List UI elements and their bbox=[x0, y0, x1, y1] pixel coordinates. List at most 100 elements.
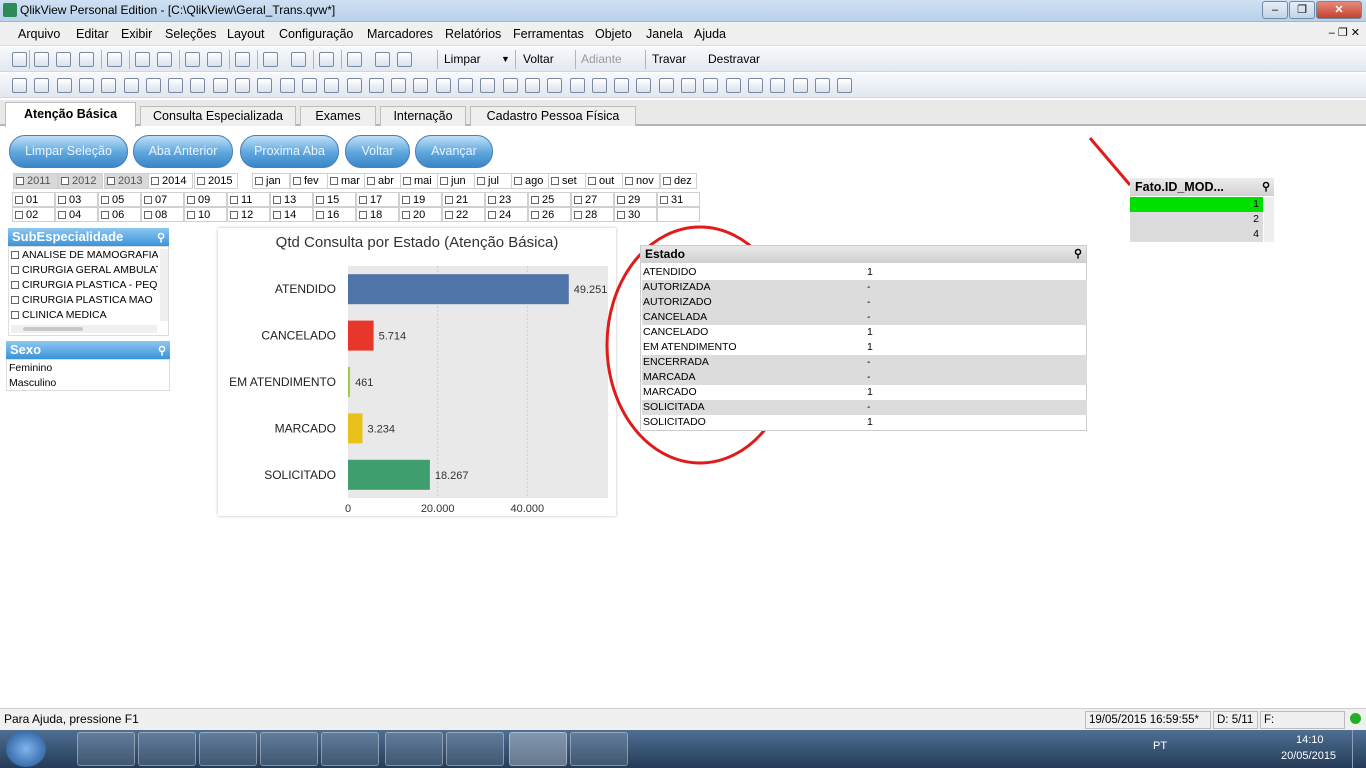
show-desktop-button[interactable] bbox=[1352, 730, 1366, 768]
taskbar-db-icon[interactable] bbox=[446, 732, 504, 766]
taskbar-qlikview-icon[interactable] bbox=[509, 732, 567, 766]
toolbar-icon[interactable] bbox=[56, 52, 71, 67]
toolbar-icon[interactable] bbox=[792, 78, 808, 93]
search-icon[interactable]: ⚲ bbox=[158, 342, 166, 360]
month-ago[interactable]: ago bbox=[511, 173, 549, 189]
toolbar-icon[interactable] bbox=[78, 78, 94, 93]
menu-selecoes[interactable]: Seleções bbox=[165, 27, 216, 41]
toolbar-icon[interactable] bbox=[301, 78, 317, 93]
limpar-dropdown-icon[interactable]: ▼ bbox=[501, 54, 510, 64]
taskbar-notepad-icon[interactable] bbox=[570, 732, 628, 766]
menu-relatorios[interactable]: Relatórios bbox=[445, 27, 501, 41]
toolbar-icon[interactable] bbox=[397, 52, 412, 67]
bar-atendido[interactable] bbox=[348, 274, 569, 305]
menu-arquivo[interactable]: Arquivo bbox=[18, 27, 60, 41]
day-12[interactable]: 12 bbox=[227, 207, 270, 222]
taskbar-media-icon[interactable] bbox=[199, 732, 257, 766]
day-17[interactable]: 17 bbox=[356, 192, 399, 207]
toolbar-icon[interactable] bbox=[235, 52, 250, 67]
day-25[interactable]: 25 bbox=[528, 192, 571, 207]
day-24[interactable]: 24 bbox=[485, 207, 528, 222]
month-jan[interactable]: jan bbox=[252, 173, 290, 189]
taskbar-ie-icon[interactable] bbox=[77, 732, 135, 766]
toolbar-icon[interactable] bbox=[658, 78, 674, 93]
toolbar-icon[interactable] bbox=[257, 78, 273, 93]
toolbar-icon[interactable] bbox=[185, 52, 200, 67]
destravar-button[interactable]: Destravar bbox=[708, 52, 760, 66]
table-row[interactable]: SOLICITADO 1 bbox=[642, 415, 1087, 430]
day-26[interactable]: 26 bbox=[528, 207, 571, 222]
table-row[interactable]: MARCADA - bbox=[642, 370, 1087, 385]
list-item[interactable]: CIRURGIA GERAL AMBULAT bbox=[11, 264, 158, 276]
toolbar-icon[interactable] bbox=[319, 52, 334, 67]
fato-item[interactable]: 2 bbox=[1130, 212, 1263, 227]
day-05[interactable]: 05 bbox=[98, 192, 141, 207]
toolbar-icon[interactable] bbox=[168, 78, 184, 93]
day-22[interactable]: 22 bbox=[442, 207, 485, 222]
month-out[interactable]: out bbox=[585, 173, 623, 189]
bar-em-atendimento[interactable] bbox=[348, 367, 351, 397]
toolbar-icon[interactable] bbox=[569, 78, 585, 93]
toolbar-icon[interactable] bbox=[123, 78, 139, 93]
month-jul[interactable]: jul bbox=[474, 173, 512, 189]
day-29[interactable]: 29 bbox=[614, 192, 657, 207]
tab-internacao[interactable]: Internação bbox=[380, 106, 466, 126]
bar-cancelado[interactable] bbox=[348, 320, 374, 351]
travar-button[interactable]: Travar bbox=[652, 52, 686, 66]
fato-item-selected[interactable]: 1 bbox=[1130, 197, 1263, 212]
toolbar-icon[interactable] bbox=[135, 52, 150, 67]
voltar-button[interactable]: Voltar bbox=[523, 52, 554, 66]
toolbar-icon[interactable] bbox=[145, 78, 161, 93]
toolbar-icon[interactable] bbox=[747, 78, 763, 93]
day-20[interactable]: 20 bbox=[399, 207, 442, 222]
toolbar-icon[interactable] bbox=[636, 78, 652, 93]
toolbar-icon[interactable] bbox=[703, 78, 719, 93]
day-13[interactable]: 13 bbox=[270, 192, 313, 207]
toolbar-icon[interactable] bbox=[547, 78, 563, 93]
table-row[interactable]: ATENDIDO 1 bbox=[642, 265, 1087, 280]
search-icon[interactable]: ⚲ bbox=[1262, 178, 1270, 196]
taskbar-chrome-icon[interactable] bbox=[260, 732, 318, 766]
table-row[interactable]: MARCADO 1 bbox=[642, 385, 1087, 400]
toolbar-icon[interactable] bbox=[291, 52, 306, 67]
year-2014[interactable]: 2014 bbox=[148, 173, 193, 189]
toolbar-icon[interactable] bbox=[458, 78, 473, 93]
toolbar-icon[interactable] bbox=[614, 78, 630, 93]
day-19[interactable]: 19 bbox=[399, 192, 442, 207]
tab-exames[interactable]: Exames bbox=[300, 106, 376, 126]
day-16[interactable]: 16 bbox=[313, 207, 356, 222]
vertical-scrollbar[interactable] bbox=[160, 249, 168, 321]
toolbar-icon[interactable] bbox=[681, 78, 696, 93]
avancar-button[interactable]: Avançar bbox=[415, 135, 493, 168]
search-icon[interactable]: ⚲ bbox=[157, 229, 165, 247]
toolbar-icon[interactable] bbox=[591, 78, 607, 93]
toolbar-icon[interactable] bbox=[263, 52, 278, 67]
list-item[interactable]: CIRURGIA PLASTICA - PEQU bbox=[11, 279, 158, 291]
day-10[interactable]: 10 bbox=[184, 207, 227, 222]
menu-editar[interactable]: Editar bbox=[76, 27, 109, 41]
day-01[interactable]: 01 bbox=[12, 192, 55, 207]
month-mai[interactable]: mai bbox=[400, 173, 438, 189]
clock-date[interactable]: 20/05/2015 bbox=[1281, 750, 1336, 762]
toolbar-icon[interactable] bbox=[435, 78, 451, 93]
year-2013[interactable]: 2013 bbox=[104, 173, 149, 189]
day-04[interactable]: 04 bbox=[55, 207, 98, 222]
voltar-sheet-button[interactable]: Voltar bbox=[345, 135, 410, 168]
menu-configuracao[interactable]: Configuração bbox=[279, 27, 353, 41]
toolbar-icon[interactable] bbox=[279, 78, 295, 93]
toolbar-icon[interactable] bbox=[368, 78, 384, 93]
toolbar-icon[interactable] bbox=[837, 78, 853, 93]
menu-janela[interactable]: Janela bbox=[646, 27, 683, 41]
day-31[interactable]: 31 bbox=[657, 192, 700, 207]
toolbar-icon[interactable] bbox=[770, 78, 786, 93]
toolbar-icon[interactable] bbox=[413, 78, 429, 93]
clock-time[interactable]: 14:10 bbox=[1296, 734, 1324, 746]
day-15[interactable]: 15 bbox=[313, 192, 356, 207]
table-row[interactable]: CANCELADO 1 bbox=[642, 325, 1087, 340]
day-09[interactable]: 09 bbox=[184, 192, 227, 207]
list-item[interactable]: Feminino bbox=[9, 362, 52, 374]
toolbar-icon[interactable] bbox=[814, 78, 830, 93]
mdi-window-controls[interactable]: – ❐ ✕ bbox=[1329, 26, 1360, 39]
toolbar-icon[interactable] bbox=[375, 52, 390, 67]
taskbar-explorer-icon[interactable] bbox=[138, 732, 196, 766]
